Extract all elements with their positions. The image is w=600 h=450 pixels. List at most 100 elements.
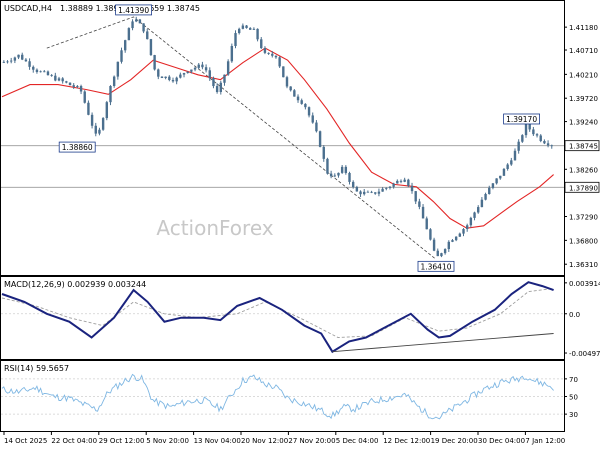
macd-signal-line (1, 288, 554, 338)
candle-body (249, 28, 252, 30)
candle-body (521, 135, 524, 142)
axes: 1.41180 1.40710 1.40210 1.39720 1.39240 1.382… (3, 24, 600, 445)
candle-body (149, 39, 153, 56)
candle-body (138, 19, 142, 24)
candle-body (546, 143, 550, 146)
candle-body (488, 187, 491, 194)
candle-body (112, 76, 116, 86)
candle-body (32, 66, 35, 70)
price-y-tick-label: 1.36800 (569, 237, 598, 245)
candle-body (57, 78, 61, 81)
candle-body (550, 145, 553, 147)
candle-body (226, 61, 230, 75)
candle-body (388, 186, 392, 188)
candle-body (123, 40, 127, 51)
x-tick-label: 5 Nov 20:00 (146, 437, 189, 445)
candle-body (502, 168, 506, 176)
candle-body (300, 100, 303, 104)
candle-body (432, 239, 436, 251)
candle-body (451, 240, 454, 242)
candle-body (539, 135, 542, 142)
candle-body (359, 191, 362, 195)
candle-body (447, 241, 450, 250)
candle-body (43, 71, 46, 73)
candle-body (131, 21, 134, 29)
price-annotation-label: 1.36410 (420, 262, 451, 271)
candle-body (6, 61, 9, 63)
macd-y-tick-label: 0.0 (569, 311, 580, 319)
candle-body (399, 180, 403, 182)
candle-body (510, 160, 513, 165)
candle-body (322, 146, 325, 159)
candle-body (499, 175, 502, 179)
rsi-plot (1, 373, 564, 420)
candle-body (68, 82, 72, 86)
rsi-panel-frame (0, 360, 565, 432)
candle-body (377, 191, 381, 194)
x-tick-label: 14 Oct 2025 (4, 437, 47, 445)
candle-body (517, 141, 520, 151)
candle-body (392, 183, 395, 187)
price-y-tick-label: 1.40210 (569, 71, 598, 79)
candle-body (193, 67, 197, 70)
candle-body (454, 236, 458, 241)
x-tick-label: 7 Jan 12:00 (525, 437, 565, 445)
candle-body (39, 71, 42, 73)
candle-body (215, 86, 219, 92)
candle-body (410, 185, 414, 192)
candle-body (469, 217, 473, 226)
candle-body (348, 172, 351, 182)
price-axis-tag-label: 1.38745 (569, 143, 598, 151)
candle-body (543, 141, 546, 144)
candle-body (333, 175, 336, 177)
candle-body (355, 187, 359, 192)
candle-body (473, 212, 476, 218)
candle-body (186, 71, 189, 74)
candle-body (90, 114, 94, 126)
candle-body (296, 96, 300, 101)
candle-body (528, 123, 531, 130)
candle-body (160, 76, 164, 79)
candle-body (208, 70, 211, 79)
candle-body (13, 57, 17, 61)
candle-body (61, 78, 64, 82)
candle-body (506, 164, 509, 169)
price-annotation-label: 1.39170 (506, 115, 537, 124)
candle-body (2, 61, 6, 63)
candle-body (212, 78, 215, 87)
price-y-tick-label: 1.40710 (569, 47, 598, 55)
candle-body (535, 134, 539, 136)
candle-body (54, 75, 57, 81)
candle-body (480, 199, 484, 208)
candle-body (491, 183, 495, 188)
moving-average-line (1, 47, 554, 229)
candle-body (142, 23, 145, 32)
x-tick-label: 13 Nov 04:00 (194, 437, 241, 445)
chart-window: ActionForex USDCAD,H4 1.38889 1.38926 1.… (0, 0, 600, 450)
candle-body (245, 25, 248, 29)
candle-body (418, 201, 421, 207)
candle-body (127, 28, 131, 41)
candle-body (285, 77, 289, 87)
price-y-tick-label: 1.37290 (569, 214, 598, 222)
candle-body (175, 77, 178, 82)
candle-body (477, 207, 480, 213)
candle-body (381, 188, 384, 192)
candle-body (72, 85, 75, 87)
candle-body (429, 229, 432, 240)
candle-body (458, 233, 462, 237)
candle-body (190, 69, 193, 72)
candle-body (237, 28, 241, 34)
candle-body (101, 118, 105, 130)
candle-body (146, 31, 149, 40)
candle-body (252, 28, 256, 30)
candle-body (179, 74, 182, 78)
x-tick-label: 5 Dec 04:00 (336, 437, 379, 445)
candle-body (440, 253, 443, 257)
price-y-tick-label: 1.41180 (569, 24, 598, 32)
x-tick-label: 20 Nov 12:00 (241, 437, 288, 445)
candle-body (524, 123, 528, 136)
candle-body (164, 76, 167, 79)
candle-body (197, 64, 200, 68)
price-y-tick-label: 1.36310 (569, 261, 598, 269)
